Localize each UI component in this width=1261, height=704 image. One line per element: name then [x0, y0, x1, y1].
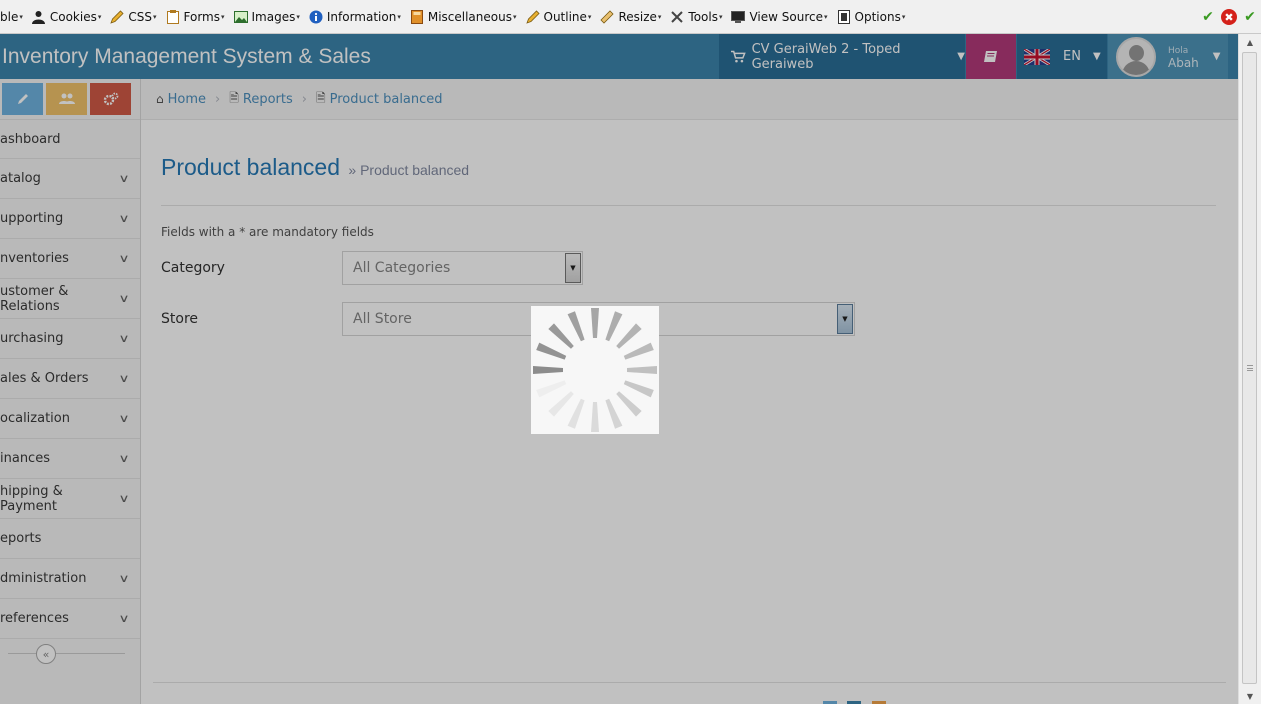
devbar-menu-ble[interactable]: ble ▾ [0, 0, 28, 33]
spinner-segment [533, 366, 563, 374]
devbar-menu-options[interactable]: Options ▾ [833, 0, 911, 33]
devbar-menu-cookies[interactable]: Cookies ▾ [28, 0, 107, 33]
spinner-segment [616, 323, 642, 349]
scroll-thumb[interactable] [1242, 52, 1257, 684]
spinner-segment [536, 380, 567, 398]
spinner-segment [548, 391, 574, 417]
caret-down-icon: ▾ [220, 12, 225, 21]
devbar-menu-information[interactable]: Information ▾ [305, 0, 406, 33]
devbar-menu-outline[interactable]: Outline ▾ [522, 0, 597, 33]
devbar-menu-label: Resize [618, 9, 657, 24]
devbar-menu-css[interactable]: CSS ▾ [106, 0, 161, 33]
spinner-segment [591, 402, 599, 432]
spinner-segment [536, 342, 567, 360]
spinner-segment [616, 391, 642, 417]
caret-down-icon: ▾ [901, 12, 906, 21]
vertical-scrollbar[interactable]: ▲ ▼ [1238, 34, 1261, 704]
spinner-segment [627, 366, 657, 374]
caret-down-icon: ▾ [512, 12, 517, 21]
error-icon[interactable]: ✖ [1221, 9, 1237, 25]
ruler-icon [600, 9, 615, 24]
caret-down-icon: ▾ [296, 12, 300, 21]
spinner-segment [567, 311, 585, 342]
devbar-menu-view-source[interactable]: View Source ▾ [727, 0, 832, 33]
devbar-menu-label: Miscellaneous [427, 9, 512, 24]
monitor-icon [731, 10, 746, 24]
check-icon[interactable]: ✔ [1199, 8, 1217, 26]
devbar-menu-miscellaneous[interactable]: Miscellaneous ▾ [406, 0, 522, 33]
spinner-segment [591, 308, 599, 338]
devbar-menu-images[interactable]: Images ▾ [230, 0, 305, 33]
devbar-menu-label: View Source [749, 9, 823, 24]
pencil-icon [525, 9, 540, 24]
spinner-segment [623, 342, 654, 360]
devbar-menu-tools[interactable]: Tools ▾ [666, 0, 727, 33]
caret-down-icon: ▾ [657, 12, 662, 21]
caret-down-icon: ▾ [19, 12, 23, 21]
scroll-up-icon[interactable]: ▲ [1239, 34, 1261, 50]
devbar-menu-label: Outline [543, 9, 587, 24]
spinner-segment [605, 311, 623, 342]
info-icon [309, 10, 323, 24]
caret-down-icon: ▾ [587, 12, 592, 21]
devbar-menu-label: Options [854, 9, 901, 24]
clipboard-icon [166, 9, 180, 24]
tools-icon [670, 10, 684, 24]
options-icon [837, 9, 851, 24]
book-icon [410, 9, 424, 24]
toolbar-status: ✔ ✖ ✔ [1195, 0, 1259, 33]
scroll-down-icon[interactable]: ▼ [1239, 688, 1261, 704]
spinner-icon [533, 308, 657, 432]
pencil-icon [110, 9, 124, 24]
caret-down-icon: ▾ [152, 12, 157, 21]
web-developer-toolbar: ble ▾ Cookies ▾ CSS ▾ Forms ▾ Images ▾ Information… [0, 0, 1261, 34]
caret-down-icon: ▾ [397, 12, 401, 21]
devbar-menu-resize[interactable]: Resize ▾ [596, 0, 666, 33]
person-icon [32, 10, 46, 24]
caret-down-icon: ▾ [97, 12, 102, 21]
devbar-menu-label: Images [251, 9, 296, 24]
devbar-menu-label: Tools [688, 9, 718, 24]
loading-spinner [531, 306, 659, 434]
spinner-segment [605, 398, 623, 429]
caret-down-icon: ▾ [718, 12, 723, 21]
devbar-menu-label: Cookies [49, 9, 97, 24]
devbar-menu-label: ble [0, 9, 19, 24]
devbar-menu-label: CSS [128, 9, 152, 24]
spinner-segment [567, 398, 585, 429]
check-icon[interactable]: ✔ [1241, 8, 1259, 26]
spinner-segment [623, 380, 654, 398]
devbar-menu-forms[interactable]: Forms ▾ [162, 0, 230, 33]
devbar-menu-label: Information [326, 9, 397, 24]
image-icon [233, 10, 248, 24]
devbar-menu-label: Forms [183, 9, 220, 24]
spinner-segment [548, 323, 574, 349]
caret-down-icon: ▾ [824, 12, 828, 21]
